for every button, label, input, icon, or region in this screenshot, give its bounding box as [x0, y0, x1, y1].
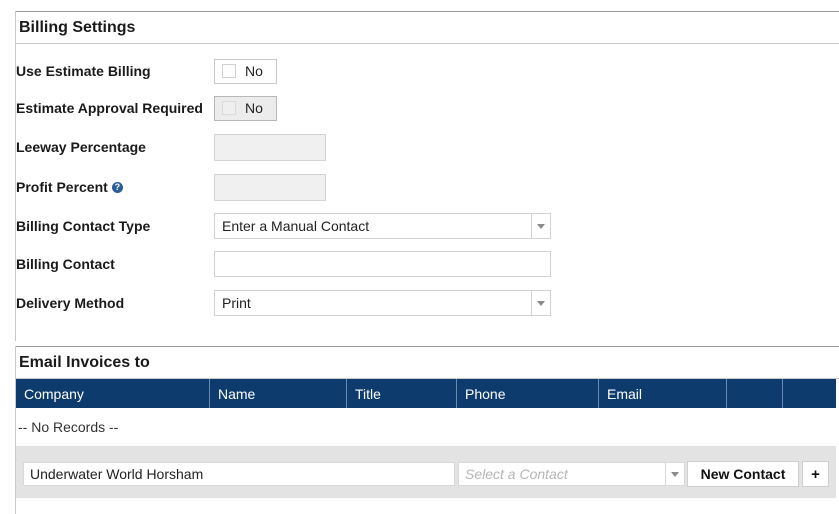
- grid-footer: Underwater World Horsham Select a Contac…: [16, 447, 836, 498]
- use-estimate-row: Use Estimate Billing No: [16, 58, 836, 84]
- billing-contact-row: Billing Contact: [16, 251, 836, 277]
- leeway-row: Leeway Percentage: [16, 133, 836, 161]
- billing-settings-header: Billing Settings: [16, 11, 839, 44]
- email-invoices-panel: Email Invoices to Company Name Title Pho…: [15, 346, 839, 514]
- delivery-label: Delivery Method: [16, 295, 125, 311]
- billing-settings-panel: Billing Settings Use Estimate Billing No…: [15, 11, 839, 341]
- use-estimate-toggle[interactable]: No: [214, 58, 277, 84]
- column-action-1: [727, 379, 783, 408]
- approval-toggle[interactable]: No: [214, 95, 277, 121]
- delivery-value: Print: [222, 295, 251, 311]
- profit-label-wrap: Profit Percent ?: [16, 179, 123, 195]
- chevron-down-icon[interactable]: [665, 463, 684, 485]
- grid-header: Company Name Title Phone Email: [16, 379, 836, 408]
- contact-select-placeholder: Select a Contact: [465, 466, 568, 482]
- email-invoices-title: Email Invoices to: [19, 353, 150, 371]
- column-company[interactable]: Company: [16, 379, 210, 408]
- billing-settings-title: Billing Settings: [19, 18, 136, 36]
- chevron-down-icon[interactable]: [531, 291, 550, 315]
- billing-contact-label: Billing Contact: [16, 256, 115, 272]
- column-name[interactable]: Name: [210, 379, 347, 408]
- use-estimate-label: Use Estimate Billing: [16, 63, 151, 79]
- chevron-down-icon[interactable]: [531, 214, 550, 238]
- help-icon[interactable]: ?: [111, 181, 123, 193]
- column-title[interactable]: Title: [347, 379, 457, 408]
- email-invoices-header: Email Invoices to: [16, 346, 839, 379]
- grid-empty-message: -- No Records --: [16, 408, 836, 447]
- delivery-row: Delivery Method Print: [16, 290, 836, 316]
- profit-label: Profit Percent: [16, 179, 108, 195]
- delivery-select[interactable]: Print: [214, 290, 551, 316]
- column-email[interactable]: Email: [599, 379, 727, 408]
- use-estimate-value: No: [245, 63, 263, 79]
- column-phone[interactable]: Phone: [457, 379, 599, 408]
- column-action-2: [783, 379, 836, 408]
- leeway-label: Leeway Percentage: [16, 139, 146, 155]
- email-invoices-grid: Company Name Title Phone Email -- No Rec…: [16, 379, 836, 498]
- contact-type-row: Billing Contact Type Enter a Manual Cont…: [16, 213, 836, 239]
- contact-type-select[interactable]: Enter a Manual Contact: [214, 213, 551, 239]
- profit-row: Profit Percent ?: [16, 173, 836, 201]
- profit-input[interactable]: [214, 173, 326, 201]
- add-button[interactable]: +: [802, 461, 829, 487]
- checkbox-icon: [222, 101, 236, 115]
- contact-type-value: Enter a Manual Contact: [222, 218, 370, 234]
- company-input[interactable]: Underwater World Horsham: [23, 462, 455, 486]
- leeway-input[interactable]: [214, 133, 326, 161]
- new-contact-button[interactable]: New Contact: [687, 461, 799, 487]
- approval-row: Estimate Approval Required No: [16, 95, 836, 121]
- contact-type-label: Billing Contact Type: [16, 218, 151, 234]
- checkbox-icon: [222, 64, 236, 78]
- contact-select[interactable]: Select a Contact: [458, 462, 685, 486]
- billing-contact-input[interactable]: [214, 251, 551, 277]
- approval-label: Estimate Approval Required: [16, 100, 203, 116]
- approval-value: No: [245, 100, 263, 116]
